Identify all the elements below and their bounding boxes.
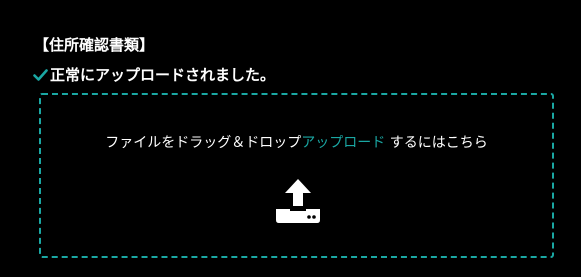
drop-text-after: するにはこちら [385,135,488,151]
file-dropzone[interactable]: ファイルをドラッグ＆ドロップアップロード するにはこちら [39,93,554,258]
upload-link[interactable]: アップロード [301,135,385,151]
section-title: 【住所確認書類】 [34,36,155,54]
drop-instruction: ファイルをドラッグ＆ドロップアップロード するにはこちら [41,133,552,153]
upload-icon[interactable] [273,175,323,225]
check-icon [33,68,48,82]
status-message: 正常にアップロードされました。 [50,66,276,84]
upload-status: 正常にアップロードされました。 [33,64,275,86]
drop-text-before: ファイルをドラッグ＆ドロップ [105,135,302,151]
